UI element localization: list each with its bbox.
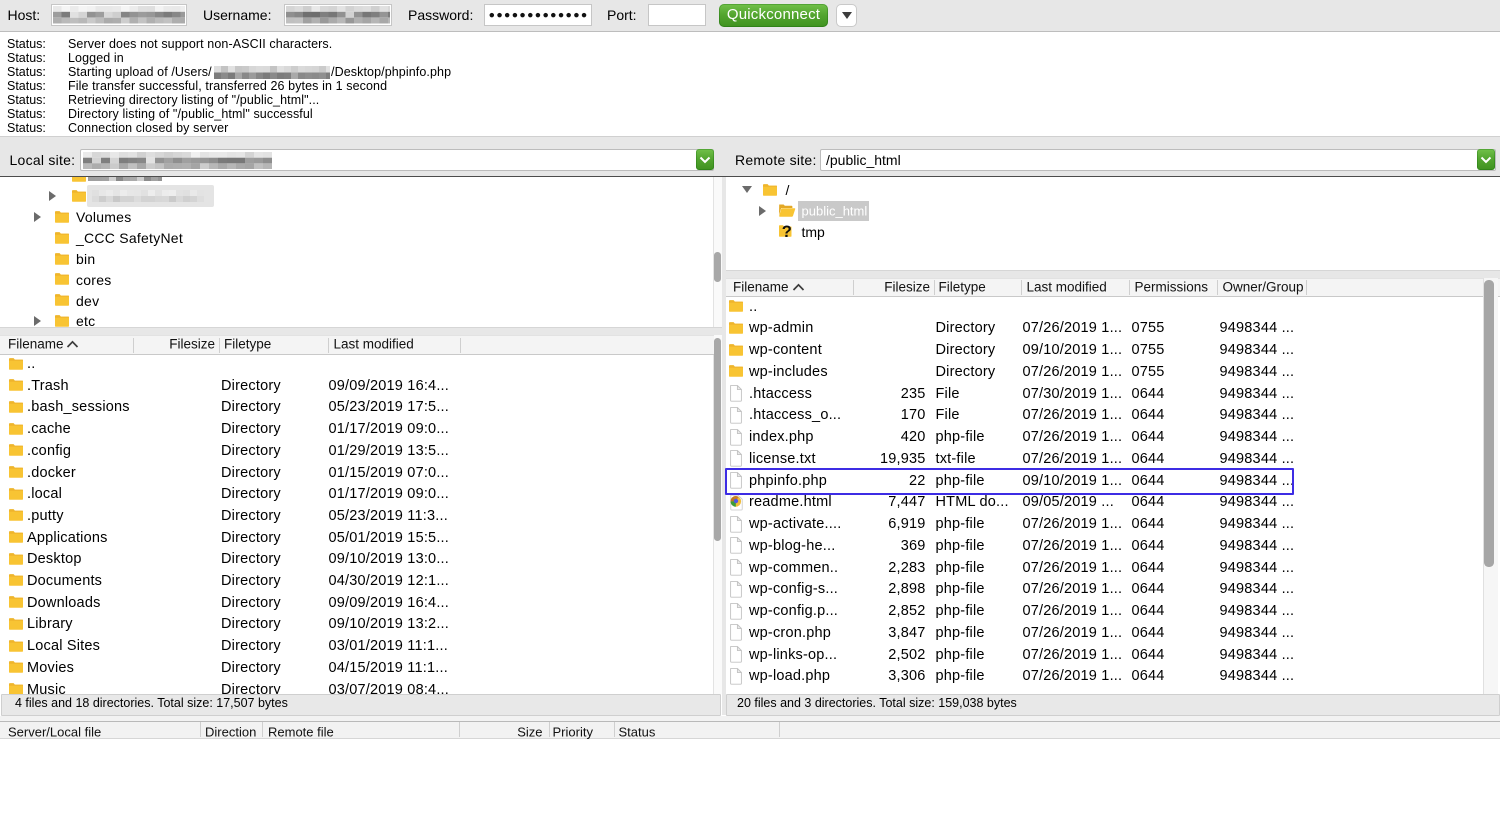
svg-text:?: ? [782, 223, 792, 239]
